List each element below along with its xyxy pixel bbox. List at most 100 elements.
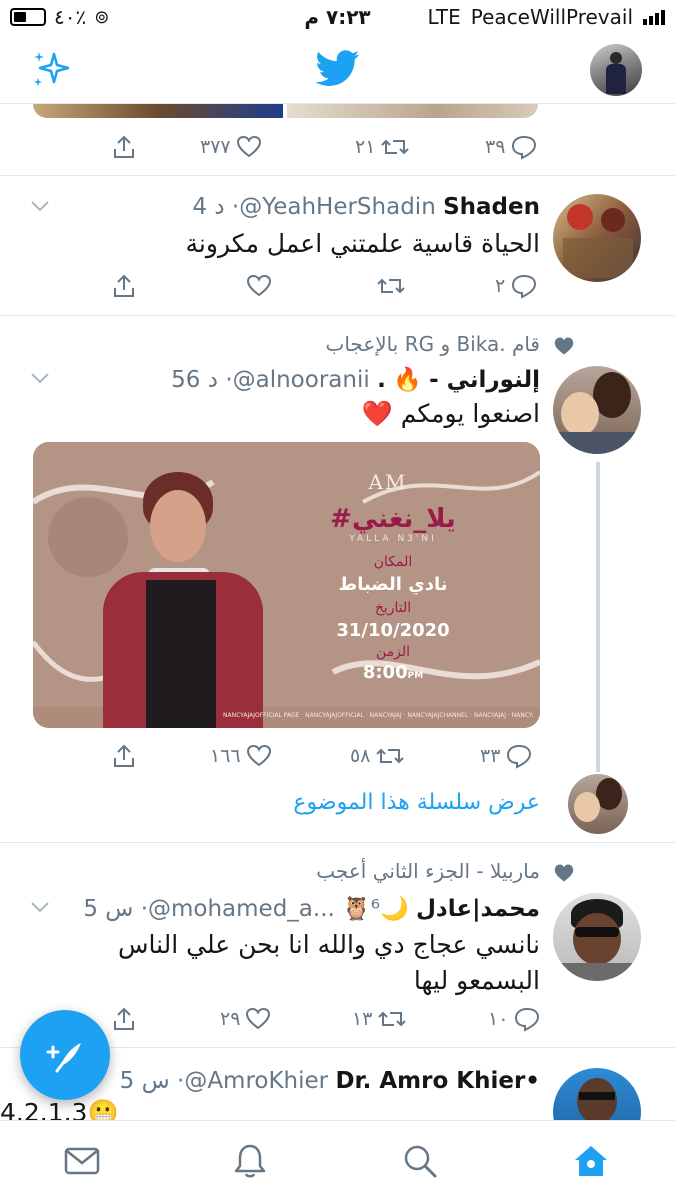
tweet-time: 56 د [171,367,218,393]
user-handle[interactable]: @AmroKhier [184,1068,328,1094]
avatar[interactable] [553,194,641,282]
heart-icon [246,1007,271,1030]
display-name[interactable]: Shaden [443,194,540,220]
tab-messages[interactable] [60,1141,104,1181]
signal-icon [643,9,665,25]
share-button[interactable] [110,129,138,165]
tab-home[interactable] [569,1141,613,1181]
tweet-text: الحياة قاسية علمتني اعمل مكرونة [185,229,540,258]
show-thread-link[interactable]: عرض سلسلة هذا الموضوع [293,790,540,815]
separator-dot: · [225,367,233,393]
like-button[interactable]: ١٦٦ [210,738,273,774]
reply-count: ٣٩ [485,136,506,158]
sparkle-icon[interactable] [30,48,74,96]
user-handle[interactable]: @mohamed_a... [148,896,335,922]
like-count: ٣٧٧ [200,136,231,158]
display-name[interactable]: - إلنوراني [429,367,540,393]
tweet-actions: ٣٧٧ ٢١ ٣٩ [100,129,540,165]
retweet-button[interactable]: ١٣ [352,1001,408,1037]
bell-icon [234,1144,266,1178]
reply-icon [512,274,537,299]
retweet-button[interactable]: ٢١ [355,129,411,165]
retweet-count: ١٣ [352,1008,373,1030]
reply-button[interactable]: ١٠ [488,1001,542,1037]
thread-connector [596,462,600,772]
tweet[interactable]: قام .Bika و RG بالإعجاب 56 د ·@alnoorani… [0,316,675,843]
poster-hashtag: #يلا_نغني [330,504,456,534]
social-context[interactable]: ماربيلا - الجزء الثاني أعجب [316,859,540,883]
heart-icon [246,274,272,297]
share-icon [114,274,134,297]
social-context[interactable]: قام .Bika و RG بالإعجاب [325,332,540,356]
carrier-name: PeaceWillPrevail [470,5,633,29]
tweet-actions: ٢٩ ١٣ ١٠ [100,1001,540,1037]
reply-button[interactable]: ٣٩ [485,129,539,165]
retweet-count: ٢١ [355,136,376,158]
poster-time-label: الزمن [375,644,411,660]
tweet-media[interactable] [33,104,538,118]
avatar[interactable] [590,44,642,96]
retweet-icon [381,139,410,155]
chevron-down-icon[interactable] [30,901,50,913]
tweet-text: اصنعوا يومكم ❤️ [361,399,540,428]
user-handle[interactable]: @alnooranii [233,367,370,393]
tweet-header: 56 د ·@alnooranii . 🔥 - إلنوراني [171,366,540,393]
poster-time-value: 8:00 [362,662,408,683]
like-button[interactable] [245,268,273,304]
share-button[interactable] [110,268,138,304]
display-name[interactable]: محمد|عادل [416,896,540,922]
mail-icon [64,1147,100,1175]
tweet-time: 5 س [119,1068,170,1094]
like-count: ١٦٦ [210,745,241,767]
reply-icon [512,135,537,160]
retweet-icon [377,278,405,294]
reply-count: ١٠ [488,1008,509,1030]
top-nav-bar [0,36,675,104]
heart-icon [554,864,574,882]
tweet[interactable]: ماربيلا - الجزء الثاني أعجب 5 س ·@mohame… [0,843,675,1048]
tweet-media[interactable]: AM #يلا_نغني YALLA N3'NI المكان نادي الض… [33,442,540,728]
like-button[interactable]: ٢٩ [220,1001,272,1037]
thread-avatar[interactable] [568,774,628,834]
tweet-header: 4 د ·@YeahHerShadin Shaden [192,194,540,220]
retweet-icon [378,1011,407,1027]
heart-icon [554,337,574,355]
tab-notifications[interactable] [228,1141,272,1181]
name-suffix: . [377,367,386,393]
reply-button[interactable]: ٢ [495,268,539,304]
user-handle[interactable]: @YeahHerShadin [239,194,436,220]
avatar[interactable] [553,366,641,454]
poster-logo: AM [368,470,408,494]
tweet-time: 4 د [192,194,225,220]
tweet-actions: ١٦٦ ٥٨ ٣٣ [100,738,540,774]
tweet-text: 4.2.1.3😬 [0,1098,119,1120]
search-icon [404,1145,437,1178]
separator-dot: · [140,896,148,922]
chevron-down-icon[interactable] [30,372,50,384]
retweet-button[interactable]: ٥٨ [350,738,406,774]
share-button[interactable] [110,738,138,774]
reply-button[interactable]: ٣٣ [480,738,534,774]
retweet-button[interactable] [375,268,407,304]
tweet[interactable]: 4 د ·@YeahHerShadin Shaden الحياة قاسية … [0,176,675,316]
poster-date-label: التاريخ [374,600,412,616]
tweet-partial[interactable]: ٣٧٧ ٢١ ٣٩ [0,104,675,176]
display-name[interactable]: Dr. Amro Khier• [335,1068,540,1094]
avatar[interactable] [553,1068,641,1120]
poster-footer: NANCYAJAJOFFICIAL PAGE · NANCYAJAJOFFICI… [223,712,533,719]
tweet-time: 5 س [83,896,134,922]
tab-search[interactable] [398,1141,442,1181]
poster-venue: نادي الضباط [338,574,448,595]
name-emoji: 🔥 [393,367,422,393]
share-icon [114,744,134,767]
performer-figure [98,472,268,728]
compose-button[interactable] [20,1010,110,1100]
home-icon [575,1146,607,1176]
poster-time-suffix: PM [407,671,424,681]
share-icon [114,1007,134,1030]
like-button[interactable]: ٣٧٧ [200,129,263,165]
avatar[interactable] [553,893,641,981]
name-emoji: 🦉⁶🌙 [342,896,409,922]
chevron-down-icon[interactable] [30,200,50,212]
share-button[interactable] [110,1001,138,1037]
